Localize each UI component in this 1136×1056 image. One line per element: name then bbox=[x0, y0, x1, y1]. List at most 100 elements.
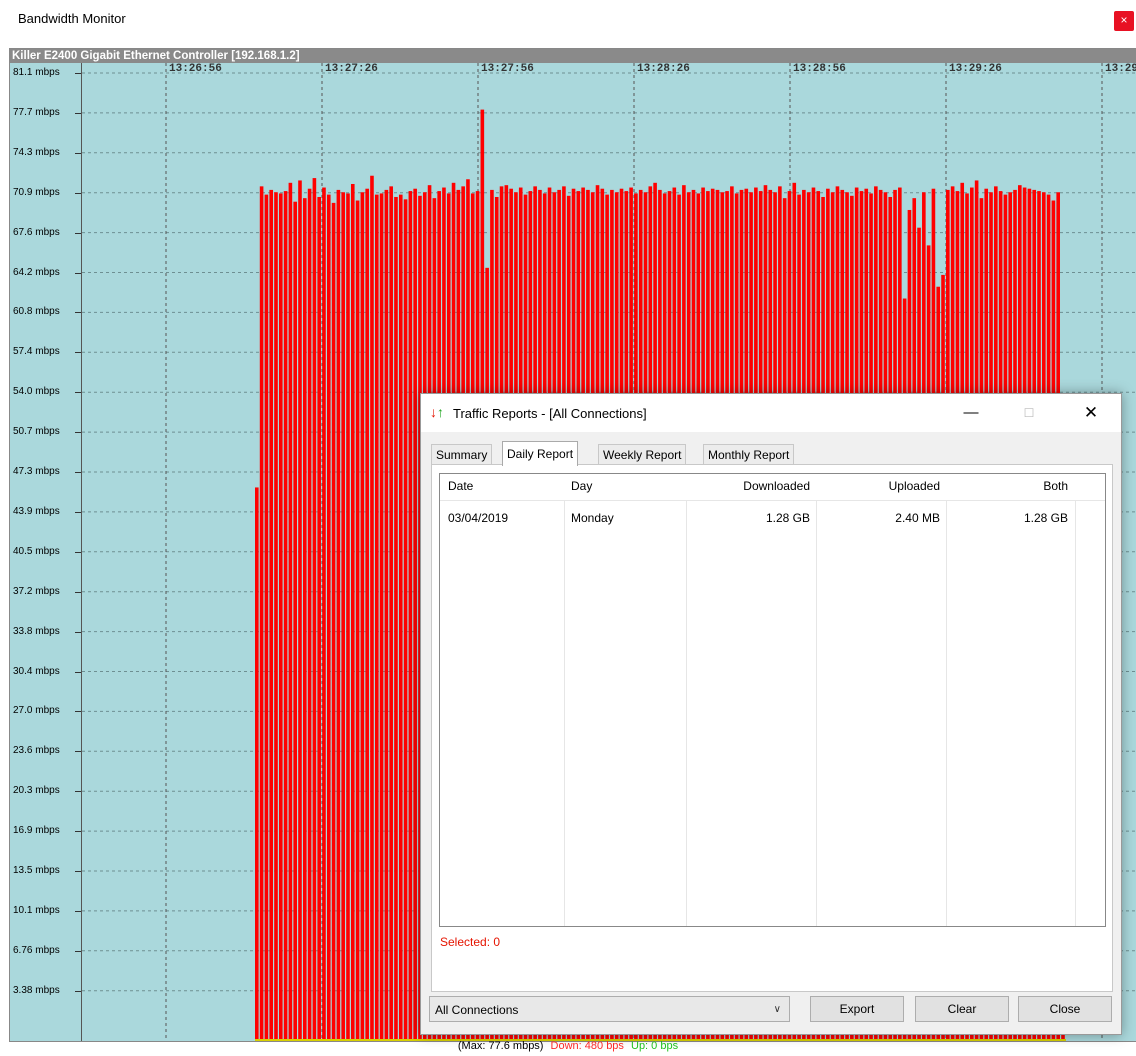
y-tick-label: 70.9 mbps bbox=[13, 186, 60, 198]
y-tick bbox=[75, 472, 81, 473]
x-tick-label: 13:26:56 bbox=[169, 63, 222, 75]
column-both bbox=[947, 474, 1076, 926]
y-tick bbox=[75, 192, 81, 194]
header-both[interactable]: Both bbox=[1043, 479, 1068, 493]
bandwidth-bar bbox=[317, 196, 321, 1041]
y-tick bbox=[75, 73, 81, 74]
y-tick bbox=[75, 392, 81, 394]
y-tick bbox=[75, 990, 81, 992]
bandwidth-bar bbox=[394, 196, 398, 1041]
status-footer: (Max: 77.6 mbps) Down: 480 bps Up: 0 bps bbox=[0, 1040, 1136, 1056]
y-tick-label: 20.3 mbps bbox=[13, 785, 60, 797]
bandwidth-bar bbox=[288, 182, 293, 1041]
y-tick-label: 60.8 mbps bbox=[13, 306, 60, 318]
bandwidth-bar bbox=[370, 175, 374, 1041]
tab-monthly-report[interactable]: Monthly Report bbox=[703, 444, 795, 465]
y-tick-label: 81.1 mbps bbox=[13, 67, 60, 78]
bandwidth-bar bbox=[360, 192, 365, 1041]
bandwidth-bar bbox=[278, 193, 283, 1041]
table-header: Date Day Downloaded Uploaded Both bbox=[440, 474, 1105, 501]
header-day[interactable]: Day bbox=[571, 479, 592, 493]
tab-summary[interactable]: Summary bbox=[431, 444, 493, 465]
column-day bbox=[565, 474, 687, 926]
connection-select-value: All Connections bbox=[435, 1003, 519, 1017]
y-tick-label: 57.4 mbps bbox=[13, 346, 60, 358]
y-tick bbox=[75, 751, 81, 753]
y-tick-label: 10.1 mbps bbox=[13, 904, 60, 916]
bandwidth-bar bbox=[269, 189, 273, 1041]
y-tick-label: 37.2 mbps bbox=[13, 585, 60, 597]
export-button[interactable]: Export bbox=[810, 996, 904, 1022]
bandwidth-bar bbox=[403, 199, 408, 1041]
y-tick-label: 43.9 mbps bbox=[13, 505, 60, 517]
close-button[interactable]: × bbox=[1114, 11, 1134, 31]
app-title: Bandwidth Monitor bbox=[18, 11, 126, 26]
dialog-bottom-row: All Connections ∨ Export Clear Close bbox=[421, 394, 1121, 1022]
connection-select[interactable]: All Connections ∨ bbox=[429, 996, 790, 1022]
bandwidth-bar bbox=[374, 194, 379, 1041]
y-tick-label: 27.0 mbps bbox=[13, 705, 60, 717]
dialog-close-btn[interactable]: Close bbox=[1018, 996, 1112, 1022]
cell-day: Monday bbox=[571, 511, 614, 525]
bandwidth-bar bbox=[312, 178, 317, 1041]
clear-button-label: Clear bbox=[947, 1002, 977, 1016]
bandwidth-bar bbox=[322, 187, 326, 1041]
cell-both: 1.28 GB bbox=[1023, 511, 1068, 525]
y-tick bbox=[75, 871, 81, 872]
y-tick-label: 6.76 mbps bbox=[13, 944, 60, 956]
y-tick bbox=[75, 112, 81, 114]
bandwidth-bar bbox=[384, 189, 389, 1041]
header-date[interactable]: Date bbox=[448, 479, 473, 493]
column-uploaded bbox=[817, 474, 947, 926]
bandwidth-bar bbox=[255, 487, 259, 1041]
bandwidth-bar bbox=[298, 180, 302, 1041]
y-tick-label: 3.38 mbps bbox=[13, 984, 60, 996]
y-axis: 81.1 mbps 77.7 mbps 74.3 mbps 70.9 mbps 67.6… bbox=[10, 63, 82, 1041]
header-uploaded[interactable]: Uploaded bbox=[889, 479, 940, 493]
main-titlebar: Bandwidth Monitor × bbox=[0, 0, 1136, 38]
y-tick-label: 13.5 mbps bbox=[13, 865, 60, 876]
tab-daily-report[interactable]: Daily Report bbox=[502, 441, 579, 466]
bandwidth-bar bbox=[365, 188, 369, 1041]
bandwidth-bar bbox=[350, 183, 355, 1041]
y-tick bbox=[75, 910, 81, 912]
y-tick-label: 64.2 mbps bbox=[13, 266, 60, 278]
y-tick-label: 77.7 mbps bbox=[13, 106, 60, 118]
y-tick-label: 74.3 mbps bbox=[13, 146, 60, 158]
bandwidth-bar bbox=[389, 186, 393, 1041]
adapter-header: Killer E2400 Gigabit Ethernet Controller… bbox=[10, 49, 1136, 63]
export-button-label: Export bbox=[839, 1002, 875, 1016]
bandwidth-bar bbox=[307, 188, 312, 1041]
y-tick bbox=[75, 352, 81, 354]
tab-weekly-report[interactable]: Weekly Report bbox=[598, 444, 687, 465]
bandwidth-bar bbox=[302, 198, 307, 1041]
bandwidth-bar bbox=[274, 192, 278, 1041]
y-tick-label: 30.4 mbps bbox=[13, 665, 60, 677]
y-tick-label: 23.6 mbps bbox=[13, 745, 60, 757]
cell-uploaded: 2.40 MB bbox=[895, 511, 940, 525]
y-tick bbox=[75, 711, 81, 713]
column-downloaded bbox=[687, 474, 817, 926]
x-tick-label: 13:28:26 bbox=[637, 63, 690, 75]
y-tick-label: 67.6 mbps bbox=[13, 226, 60, 238]
y-tick-label: 54.0 mbps bbox=[13, 386, 60, 398]
y-tick-label: 47.3 mbps bbox=[13, 466, 60, 477]
bandwidth-bar bbox=[326, 194, 331, 1041]
y-tick bbox=[75, 591, 81, 593]
clear-button[interactable]: Clear bbox=[915, 996, 1009, 1022]
y-tick bbox=[75, 511, 81, 513]
report-table[interactable]: Date Day Downloaded Uploaded Both 03/04/… bbox=[439, 473, 1106, 927]
y-tick-label: 40.5 mbps bbox=[13, 545, 60, 557]
max-rate: (Max: 77.6 mbps) bbox=[457, 1040, 544, 1052]
y-tick bbox=[75, 551, 81, 553]
x-tick-label: 13:29: bbox=[1105, 63, 1136, 75]
y-tick bbox=[75, 272, 81, 274]
y-tick bbox=[75, 831, 81, 833]
y-tick bbox=[75, 950, 81, 952]
cell-date: 03/04/2019 bbox=[448, 511, 509, 525]
traffic-reports-dialog: ↓↑ Traffic Reports - [All Connections] —… bbox=[420, 393, 1122, 1035]
bandwidth-bar bbox=[379, 193, 384, 1041]
selected-count: Selected: 0 bbox=[440, 935, 501, 949]
header-downloaded[interactable]: Downloaded bbox=[743, 479, 810, 493]
y-tick bbox=[75, 152, 81, 154]
